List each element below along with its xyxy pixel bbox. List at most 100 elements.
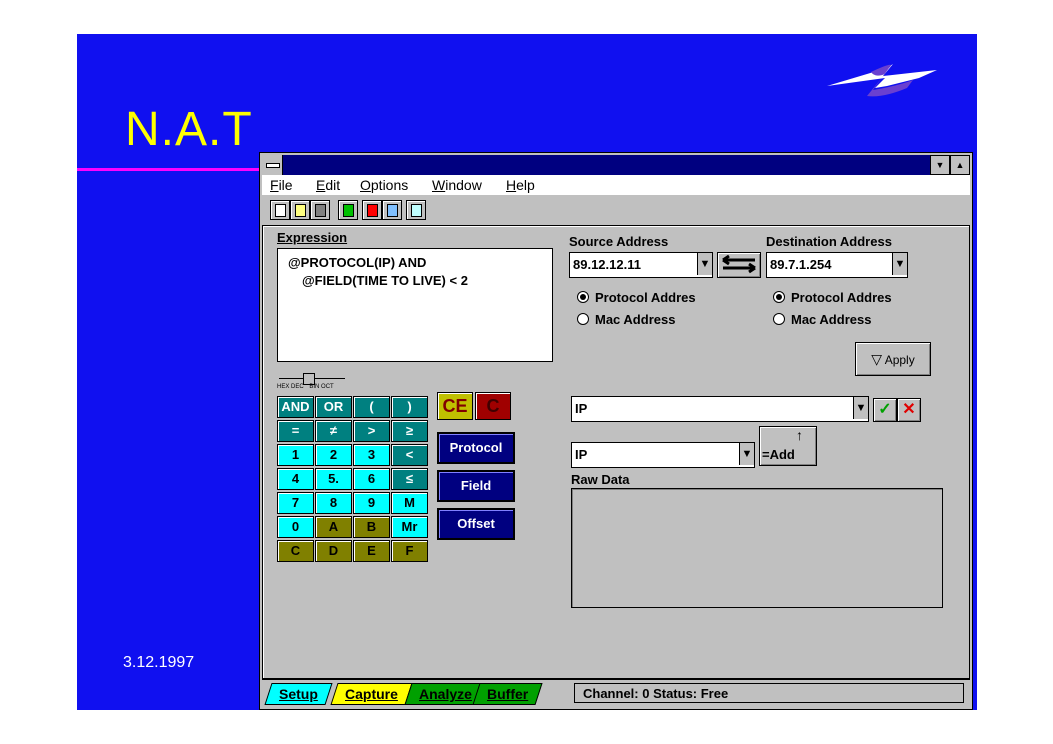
radio-selected-icon: [577, 291, 589, 303]
radix-hex: HEX: [277, 384, 290, 390]
expression-box[interactable]: @PROTOCOL(IP) AND @FIELD(TIME TO LIVE) <…: [277, 248, 553, 362]
cross-icon[interactable]: ✕: [897, 398, 921, 422]
key-9[interactable]: 9: [353, 492, 390, 514]
key-d[interactable]: D: [315, 540, 352, 562]
dropdown-arrow-icon[interactable]: ▼: [853, 397, 868, 419]
field-combo[interactable]: IP ▼: [571, 442, 755, 468]
key-6[interactable]: 6: [353, 468, 390, 490]
menu-edit[interactable]: Edit: [316, 177, 340, 193]
source-address-combo[interactable]: 89.12.12.11 ▼: [569, 252, 713, 278]
radio-selected-icon: [773, 291, 785, 303]
radio-label: Protocol Addres: [791, 290, 892, 305]
radio-icon: [577, 313, 589, 325]
dropdown-arrow-icon[interactable]: ▼: [697, 253, 712, 275]
radix-bin: BIN: [309, 384, 320, 390]
radio-label: Mac Address: [791, 312, 872, 327]
maximize-button[interactable]: ▲: [950, 155, 970, 175]
key-less[interactable]: <: [391, 444, 428, 466]
radix-dec: DEC: [291, 384, 304, 390]
raw-data-label: Raw Data: [571, 472, 630, 487]
slide-date: 3.12.1997: [123, 654, 195, 671]
accent-line: [77, 168, 259, 171]
source-mac-radio[interactable]: Mac Address: [577, 312, 675, 327]
tab-capture[interactable]: Capture: [330, 683, 413, 705]
add-filter-icon[interactable]: [382, 200, 402, 220]
destination-address-label: Destination Address: [766, 234, 892, 249]
dropdown-arrow-icon[interactable]: ▼: [892, 253, 907, 275]
key-c[interactable]: C: [277, 540, 314, 562]
key-1[interactable]: 1: [277, 444, 314, 466]
radix-slider[interactable]: HEX DEC BIN OCT: [277, 372, 349, 392]
add-arrow-icon: ↑: [796, 427, 803, 443]
toolbar: [262, 197, 970, 223]
expression-label: Expression: [277, 230, 348, 245]
add-label: =Add: [762, 447, 795, 462]
key-less-equal[interactable]: ≤: [391, 468, 428, 490]
swap-arrows-icon[interactable]: [717, 252, 761, 278]
capture-start-icon[interactable]: [338, 200, 358, 220]
key-7[interactable]: 7: [277, 492, 314, 514]
tab-buffer[interactable]: Buffer: [472, 683, 543, 705]
key-0[interactable]: 0: [277, 516, 314, 538]
slide-title: N.A.T: [125, 103, 253, 156]
menu-window[interactable]: Window: [432, 177, 482, 193]
key-8[interactable]: 8: [315, 492, 352, 514]
menu-help[interactable]: Help: [506, 177, 535, 193]
apply-label: Apply: [884, 353, 915, 367]
key-3[interactable]: 3: [353, 444, 390, 466]
status-bar: Channel: 0 Status: Free: [574, 683, 964, 703]
key-not-equal[interactable]: ≠: [315, 420, 352, 442]
field-button[interactable]: Field: [437, 470, 515, 502]
filter-editor: Expression @PROTOCOL(IP) AND @FIELD(TIME…: [262, 225, 970, 679]
new-file-icon[interactable]: [270, 200, 290, 220]
open-folder-icon[interactable]: [290, 200, 310, 220]
apply-button[interactable]: ▽ Apply: [855, 342, 931, 376]
protocol-combo-value: IP: [575, 401, 588, 416]
destination-mac-radio[interactable]: Mac Address: [773, 312, 871, 327]
filter-icon[interactable]: [406, 200, 426, 220]
source-protocol-radio[interactable]: Protocol Addres: [577, 290, 696, 305]
destination-address-combo[interactable]: 89.7.1.254 ▼: [766, 252, 908, 278]
key-close-paren[interactable]: ): [391, 396, 428, 418]
destination-protocol-radio[interactable]: Protocol Addres: [773, 290, 892, 305]
key-and[interactable]: AND: [277, 396, 314, 418]
key-a[interactable]: A: [315, 516, 352, 538]
slide: N.A.T 3.12.1997 ▼ ▲ File Edit Options Wi…: [77, 34, 977, 710]
key-e[interactable]: E: [353, 540, 390, 562]
expression-line: @PROTOCOL(IP) AND: [288, 255, 427, 270]
key-4[interactable]: 4: [277, 468, 314, 490]
system-menu-button[interactable]: [262, 155, 283, 175]
radix-oct: OCT: [321, 384, 334, 390]
dropdown-arrow-icon[interactable]: ▼: [739, 443, 754, 465]
clear-button[interactable]: C: [475, 392, 511, 420]
key-5[interactable]: 5.: [315, 468, 352, 490]
key-greater-equal[interactable]: ≥: [391, 420, 428, 442]
menu-options[interactable]: Options: [360, 177, 408, 193]
title-bar: ▼ ▲: [262, 155, 970, 175]
ce-button[interactable]: CE: [437, 392, 473, 420]
field-combo-value: IP: [575, 447, 588, 462]
protocol-combo[interactable]: IP ▼: [571, 396, 869, 422]
add-button[interactable]: ↑ =Add: [759, 426, 817, 466]
capture-stop-icon[interactable]: [362, 200, 382, 220]
key-mr[interactable]: Mr: [391, 516, 428, 538]
source-address-label: Source Address: [569, 234, 669, 249]
protocol-button[interactable]: Protocol: [437, 432, 515, 464]
save-disk-icon[interactable]: [310, 200, 330, 220]
minimize-button[interactable]: ▼: [930, 155, 950, 175]
tab-setup[interactable]: Setup: [264, 683, 333, 705]
key-m[interactable]: M: [391, 492, 428, 514]
radio-label: Mac Address: [595, 312, 676, 327]
menu-file[interactable]: File: [270, 177, 293, 193]
expression-line: @FIELD(TIME TO LIVE) < 2: [302, 273, 468, 288]
raw-data-box[interactable]: [571, 488, 943, 608]
key-b[interactable]: B: [353, 516, 390, 538]
check-icon[interactable]: ✓: [873, 398, 897, 422]
key-greater[interactable]: >: [353, 420, 390, 442]
key-equals[interactable]: =: [277, 420, 314, 442]
key-2[interactable]: 2: [315, 444, 352, 466]
offset-button[interactable]: Offset: [437, 508, 515, 540]
key-open-paren[interactable]: (: [353, 396, 390, 418]
key-f[interactable]: F: [391, 540, 428, 562]
key-or[interactable]: OR: [315, 396, 352, 418]
